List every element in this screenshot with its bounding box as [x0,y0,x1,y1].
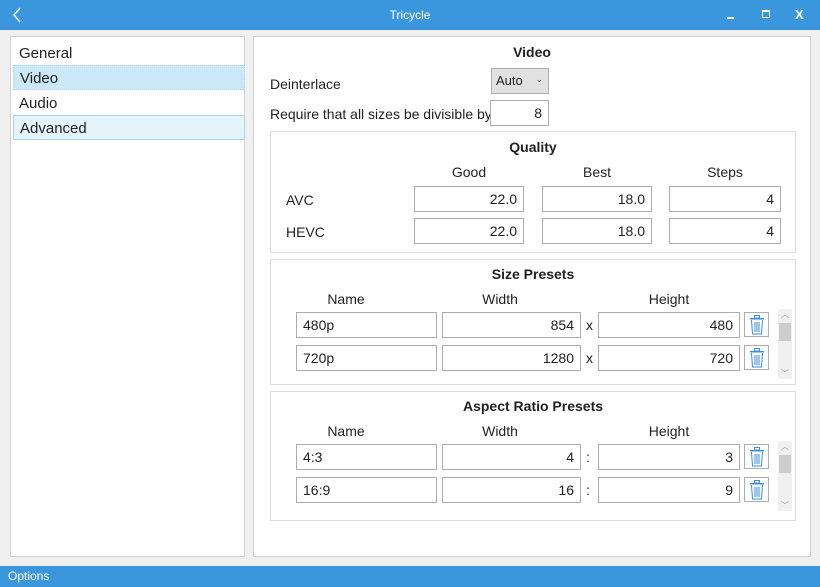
scroll-thumb[interactable] [779,323,791,341]
divisible-label: Require that all sizes be divisible by [270,106,492,122]
scroll-thumb[interactable] [779,455,791,473]
status-bar[interactable]: Options [0,566,820,587]
preset-width-input[interactable]: 4 [442,444,581,470]
sidebar-item-advanced[interactable]: Advanced [13,115,245,140]
preset-height-input[interactable]: 9 [598,477,740,503]
separator: : [586,482,590,498]
avc-good-input[interactable]: 22.0 [414,186,524,212]
scrollbar[interactable]: ︿ ﹀ [778,441,792,511]
preset-name-input[interactable]: 16:9 [296,477,437,503]
preset-name-input[interactable]: 480p [296,312,437,338]
sidebar-item-general[interactable]: General [13,41,245,66]
minimize-icon[interactable] [727,17,734,19]
separator: : [586,449,590,465]
sidebar-item-audio[interactable]: Audio [13,91,245,116]
quality-title: Quality [509,139,557,155]
maximize-icon[interactable] [762,10,770,18]
separator: x [586,350,593,366]
header-width: Width [482,423,518,439]
preset-width-input[interactable]: 16 [442,477,581,503]
deinterlace-value: Auto [496,73,523,88]
preset-width-input[interactable]: 1280 [442,345,581,371]
trash-icon [749,446,765,467]
hevc-label: HEVC [286,224,325,240]
header-best: Best [582,164,612,180]
avc-label: AVC [286,192,314,208]
preset-name-input[interactable]: 720p [296,345,437,371]
avc-best-input[interactable]: 18.0 [542,186,652,212]
window-title: Tricycle [389,8,431,22]
trash-icon [749,347,765,368]
scroll-up-icon[interactable]: ︿ [778,441,792,452]
scrollbar[interactable]: ︿ ﹀ [778,309,792,379]
preset-name-input[interactable]: 4:3 [296,444,437,470]
trash-icon [749,314,765,335]
separator: x [586,317,593,333]
preset-height-input[interactable]: 480 [598,312,740,338]
header-width: Width [482,291,518,307]
preset-width-input[interactable]: 854 [442,312,581,338]
sidebar: General Video Audio Advanced [10,36,245,557]
close-icon[interactable]: X [795,7,804,22]
hevc-steps-input[interactable]: 4 [669,218,781,244]
header-height: Height [648,423,690,439]
header-name: Name [327,423,365,439]
sidebar-item-video[interactable]: Video [13,65,245,90]
scroll-down-icon[interactable]: ﹀ [778,500,792,511]
divisible-input[interactable]: 8 [490,100,549,126]
delete-preset-button[interactable] [744,345,769,370]
avc-steps-input[interactable]: 4 [669,186,781,212]
size-presets-title: Size Presets [491,266,575,282]
delete-preset-button[interactable] [744,444,769,469]
aspect-presets-title: Aspect Ratio Presets [462,398,604,414]
deinterlace-label: Deinterlace [270,76,341,92]
delete-preset-button[interactable] [744,312,769,337]
header-height: Height [648,291,690,307]
preset-height-input[interactable]: 3 [598,444,740,470]
delete-preset-button[interactable] [744,477,769,502]
scroll-down-icon[interactable]: ﹀ [778,368,792,379]
header-good: Good [451,164,487,180]
chevron-down-icon: ⌄ [535,74,543,84]
deinterlace-select[interactable]: Auto ⌄ [491,68,549,94]
scroll-up-icon[interactable]: ︿ [778,309,792,320]
hevc-good-input[interactable]: 22.0 [414,218,524,244]
trash-icon [749,479,765,500]
page-title: Video [513,44,551,60]
preset-height-input[interactable]: 720 [598,345,740,371]
header-steps: Steps [707,164,743,180]
header-name: Name [327,291,365,307]
hevc-best-input[interactable]: 18.0 [542,218,652,244]
title-bar: Tricycle X [0,0,820,30]
